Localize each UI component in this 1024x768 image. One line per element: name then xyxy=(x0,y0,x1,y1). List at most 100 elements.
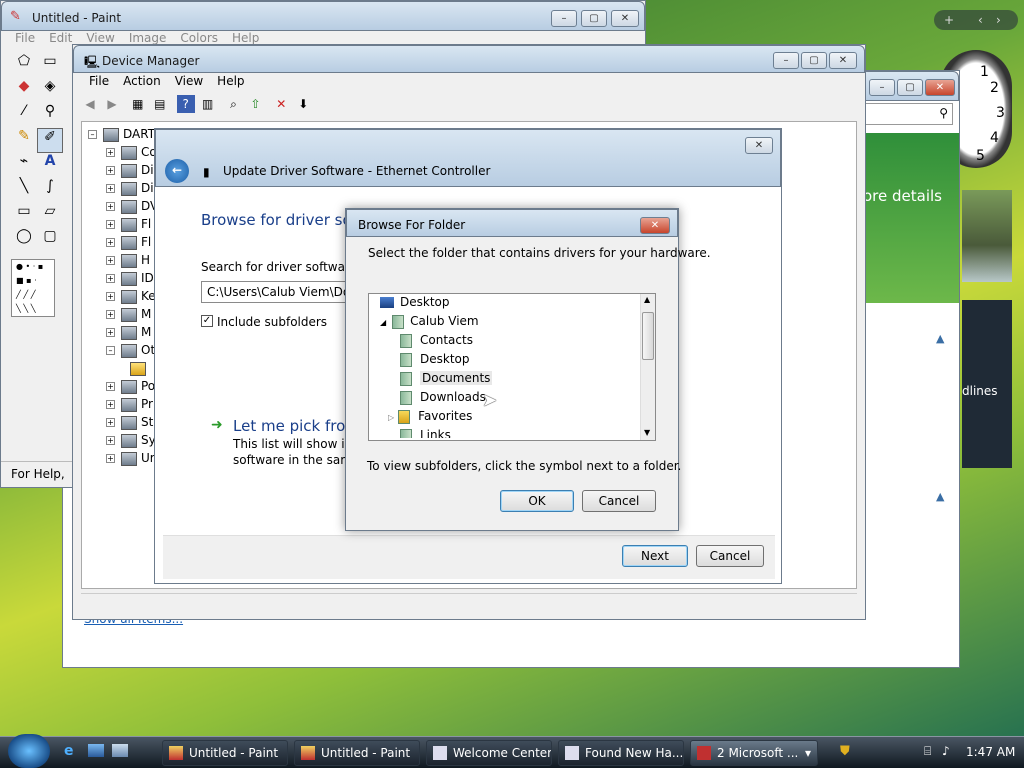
device-category-row[interactable]: + Co xyxy=(106,143,157,161)
picker-icon[interactable]: ⁄ xyxy=(11,103,37,128)
menu-action[interactable]: Action xyxy=(123,74,161,88)
tree-item-documents[interactable]: Documents xyxy=(400,369,493,388)
pencil-icon[interactable]: ✎ xyxy=(11,128,37,153)
scroll-down-icon[interactable]: ▼ xyxy=(644,428,650,437)
maximize-button[interactable]: ▢ xyxy=(801,52,827,69)
menu-help[interactable]: Help xyxy=(232,31,259,45)
collapse-icon[interactable]: ▲ xyxy=(936,490,944,503)
cancel-button[interactable]: Cancel xyxy=(696,545,764,567)
minimize-button[interactable]: – xyxy=(551,10,577,27)
minimize-button[interactable]: – xyxy=(773,52,799,69)
device-category-row[interactable]: + Po xyxy=(106,377,155,395)
include-subfolders-checkbox[interactable]: ✓ xyxy=(201,315,213,327)
taskbar-button[interactable]: Welcome Center xyxy=(426,740,552,766)
update-driver-icon[interactable]: ⇧ xyxy=(246,95,264,113)
ok-button[interactable]: OK xyxy=(500,490,574,512)
menu-colors[interactable]: Colors xyxy=(180,31,218,45)
prev-icon[interactable]: ‹ xyxy=(978,10,983,30)
tree-item-downloads[interactable]: Downloads xyxy=(400,388,486,407)
line-icon[interactable]: ╲ xyxy=(11,178,37,203)
expand-icon[interactable]: + xyxy=(106,382,115,391)
select-icon[interactable]: ▭ xyxy=(37,53,63,78)
device-category-row[interactable]: + Ur xyxy=(106,449,155,467)
expand-icon[interactable]: + xyxy=(106,166,115,175)
rectangle-icon[interactable]: ▭ xyxy=(11,203,37,228)
maximize-button[interactable]: ▢ xyxy=(897,79,923,96)
menu-edit[interactable]: Edit xyxy=(49,31,72,45)
expand-icon[interactable]: + xyxy=(106,328,115,337)
expand-icon[interactable]: + xyxy=(106,256,115,265)
device-category-row[interactable]: + DV xyxy=(106,197,158,215)
device-category-row[interactable]: + Fl xyxy=(106,233,151,251)
forward-icon[interactable]: ▶ xyxy=(103,95,121,113)
polygon-icon[interactable]: ▱ xyxy=(37,203,63,228)
enable-icon[interactable]: ⬇ xyxy=(294,95,312,113)
expand-icon[interactable]: + xyxy=(106,220,115,229)
device-category-row[interactable]: + Di xyxy=(106,161,154,179)
device-category-row[interactable]: + Di xyxy=(106,179,154,197)
device-category-row[interactable]: + St xyxy=(106,413,153,431)
menu-help[interactable]: Help xyxy=(217,74,244,88)
collapse-icon[interactable]: – xyxy=(88,130,97,139)
brush-options[interactable]: ● • · ▪ ■ ▪ · ╱ ╱ ╱ ╲ ╲ ╲ xyxy=(11,259,55,317)
taskbar-button[interactable]: Found New Ha... xyxy=(558,740,684,766)
expand-icon[interactable]: + xyxy=(106,202,115,211)
next-button[interactable]: Next xyxy=(622,545,688,567)
tree-item-desktop[interactable]: Desktop xyxy=(400,350,470,369)
menu-image[interactable]: Image xyxy=(129,31,167,45)
expand-icon[interactable]: + xyxy=(106,400,115,409)
airbrush-icon[interactable]: ⌁ xyxy=(11,153,37,178)
device-category-row[interactable]: + M xyxy=(106,323,151,341)
view-icon[interactable]: ▦ xyxy=(129,95,147,113)
help-icon[interactable]: ? xyxy=(176,95,195,113)
menu-file[interactable]: File xyxy=(89,74,109,88)
tray-network-icon[interactable]: ⌸ xyxy=(924,744,931,759)
device-category-row[interactable]: + Fl xyxy=(106,215,151,233)
taskbar-button[interactable]: 2 Microsoft ... ▾ xyxy=(690,740,818,766)
search-box[interactable]: ⚲ xyxy=(863,103,953,125)
tray-volume-icon[interactable]: ♪ xyxy=(942,744,950,758)
add-gadget-icon[interactable]: + xyxy=(944,10,954,30)
expand-icon[interactable]: + xyxy=(106,238,115,247)
device-category-row[interactable]: + Sy xyxy=(106,431,156,449)
cancel-button[interactable]: Cancel xyxy=(582,490,656,512)
tree-item-desktop-root[interactable]: Desktop xyxy=(380,293,450,312)
close-button[interactable]: ✕ xyxy=(640,217,670,234)
vertical-scrollbar[interactable]: ▲ ▼ xyxy=(640,294,655,440)
eraser-icon[interactable]: ◆ xyxy=(11,78,37,103)
device-category-row[interactable]: – Ot xyxy=(106,341,155,359)
chevron-down-icon[interactable]: ▾ xyxy=(805,741,811,765)
taskbar-button[interactable]: Untitled - Paint xyxy=(162,740,288,766)
expand-arrow-icon[interactable]: ▷ xyxy=(388,413,394,422)
device-category-row[interactable]: + Ke xyxy=(106,287,156,305)
menu-file[interactable]: File xyxy=(15,31,35,45)
expand-icon[interactable]: + xyxy=(106,148,115,157)
show-desktop-icon[interactable] xyxy=(88,744,104,757)
properties-icon[interactable]: ▤ xyxy=(151,95,169,113)
expand-icon[interactable]: + xyxy=(106,184,115,193)
expand-icon[interactable]: + xyxy=(106,310,115,319)
menu-view[interactable]: View xyxy=(175,74,203,88)
expand-icon[interactable]: + xyxy=(106,274,115,283)
collapse-icon[interactable]: – xyxy=(106,346,115,355)
close-button[interactable]: ✕ xyxy=(745,137,773,154)
scan-icon[interactable]: ⌕ xyxy=(224,95,242,113)
device-category-row[interactable] xyxy=(130,359,150,377)
menu-view[interactable]: View xyxy=(86,31,114,45)
fill-icon[interactable]: ◈ xyxy=(37,78,63,103)
expand-icon[interactable]: + xyxy=(106,436,115,445)
maximize-button[interactable]: ▢ xyxy=(581,10,607,27)
close-button[interactable]: ✕ xyxy=(611,10,639,27)
expand-icon[interactable]: + xyxy=(106,454,115,463)
uninstall-icon[interactable]: ✕ xyxy=(272,95,290,113)
text-icon[interactable]: A xyxy=(37,153,63,178)
device-category-row[interactable]: + H xyxy=(106,251,150,269)
switch-windows-icon[interactable] xyxy=(112,744,128,757)
device-category-row[interactable]: + Pr xyxy=(106,395,153,413)
collapse-arrow-icon[interactable]: ◢ xyxy=(380,318,386,327)
close-button[interactable]: ✕ xyxy=(829,52,857,69)
scroll-thumb[interactable] xyxy=(642,312,654,360)
back-icon[interactable]: ◀ xyxy=(81,95,99,113)
ellipse-icon[interactable]: ◯ xyxy=(11,228,37,253)
next-icon[interactable]: › xyxy=(996,10,1001,30)
